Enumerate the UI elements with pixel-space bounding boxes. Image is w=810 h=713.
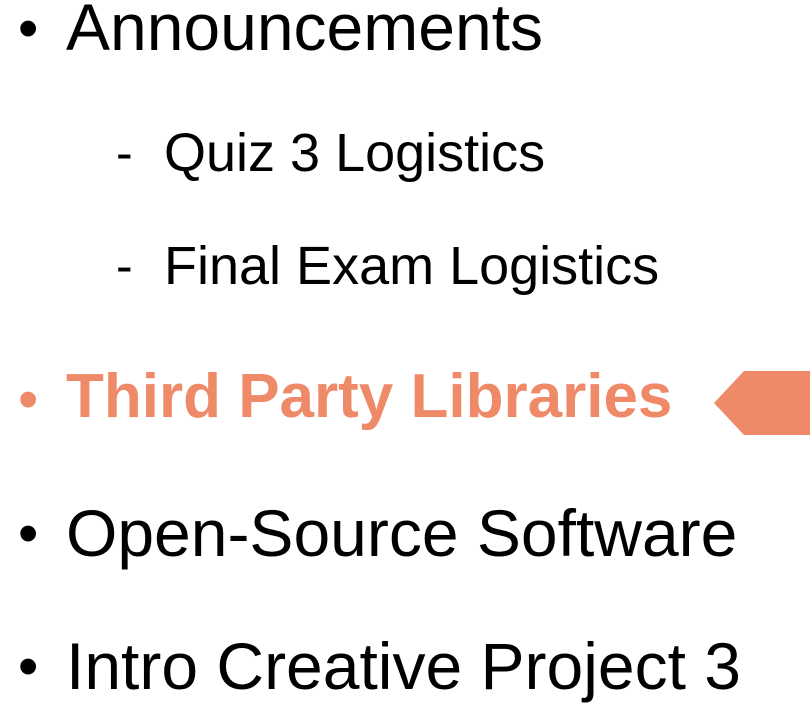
bullet-icon: • (18, 0, 39, 61)
bullet-icon: • (18, 634, 39, 699)
bullet-icon: • (18, 501, 39, 566)
dash-marker: - (116, 238, 133, 294)
agenda-item-label: Open-Source Software (66, 496, 738, 570)
agenda-item-label: Intro Creative Project 3 (66, 629, 741, 703)
agenda-item-label: Third Party Libraries (66, 362, 673, 431)
bullet-icon: • (18, 367, 39, 432)
agenda-subitem-label: Quiz 3 Logistics (164, 123, 546, 183)
dash-marker: - (116, 125, 133, 181)
agenda-subitem-label: Final Exam Logistics (164, 236, 660, 296)
pointer-arrow-icon (714, 371, 810, 435)
agenda-item-label: Announcements (66, 0, 543, 64)
